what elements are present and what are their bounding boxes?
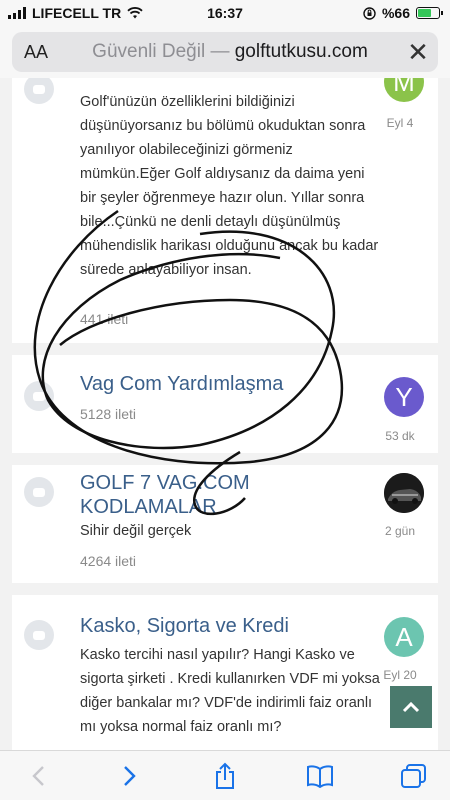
status-right: %66 <box>363 5 443 21</box>
avatar[interactable]: M <box>384 78 424 102</box>
browser-toolbar <box>0 750 450 800</box>
share-icon <box>216 762 234 789</box>
car-image-icon <box>384 473 424 513</box>
forum-item[interactable]: GOLF 7 VAG.COM KODLAMALAR Sihir değil ge… <box>12 465 438 583</box>
battery-icon <box>416 7 443 19</box>
forward-button[interactable] <box>110 761 150 791</box>
security-label: Güvenli Değil <box>92 41 206 62</box>
post-count: 5128 ileti <box>80 406 137 422</box>
orientation-lock-icon <box>363 6 376 20</box>
forum-chat-icon <box>24 477 54 507</box>
last-post-time: 2 gün <box>384 524 416 538</box>
forum-title-link[interactable]: GOLF 7 VAG.COM KODLAMALAR <box>80 471 270 519</box>
forum-description: Kasko tercihi nasıl yapılır? Hangi Kasko… <box>80 647 380 735</box>
close-icon[interactable]: ✕ <box>398 37 438 68</box>
avatar-car-photo[interactable] <box>384 473 424 513</box>
forum-item[interactable]: Golf'ünüzün özelliklerini bildiğinizi dü… <box>12 78 438 343</box>
battery-percent: %66 <box>381 5 410 21</box>
post-count: 4264 ileti <box>80 553 137 569</box>
back-button[interactable] <box>18 761 58 791</box>
forum-chat-icon <box>24 381 54 411</box>
forum-description: Sihir değil gerçek <box>80 523 192 539</box>
forum-chat-icon <box>24 78 54 104</box>
bookmarks-button[interactable] <box>300 761 340 791</box>
forum-item[interactable]: Vag Com Yardımlaşma 5128 ileti Y 53 dk <box>12 355 438 453</box>
post-count: 441 ileti <box>80 311 129 327</box>
back-icon <box>32 766 44 786</box>
tabs-button[interactable] <box>394 761 434 791</box>
forum-list[interactable]: Golf'ünüzün özelliklerini bildiğinizi dü… <box>0 78 450 750</box>
forum-title-link[interactable]: Vag Com Yardımlaşma <box>80 372 283 396</box>
bookmarks-icon <box>307 765 333 788</box>
url-field[interactable]: Güvenli Değil — golftutkusu.com <box>62 41 398 63</box>
domain-label: golftutkusu.com <box>234 41 368 62</box>
text-size-label: AA <box>24 41 49 62</box>
tabs-icon <box>401 764 426 788</box>
forum-chat-icon <box>24 620 54 650</box>
url-separator: — <box>205 41 235 62</box>
browser-header: AA Güvenli Değil — golftutkusu.com ✕ <box>0 26 450 78</box>
forum-title-link[interactable]: Kasko, Sigorta ve Kredi <box>80 614 289 638</box>
chevron-up-icon <box>402 701 420 713</box>
text-size-button[interactable]: AA <box>12 42 62 63</box>
last-post-time: 53 dk <box>385 429 415 443</box>
last-post-time: Eyl 4 <box>386 116 414 130</box>
scroll-to-top-button[interactable] <box>390 686 432 728</box>
share-button[interactable] <box>205 761 245 791</box>
avatar[interactable]: Y <box>384 377 424 417</box>
forward-icon <box>124 766 136 786</box>
last-post-time: Eyl 20 <box>383 668 417 682</box>
avatar[interactable]: A <box>384 617 424 657</box>
battery-fill <box>418 9 431 17</box>
status-bar: LIFECELL TR 16:37 %66 <box>0 0 450 26</box>
forum-item[interactable]: Kasko, Sigorta ve Kredi Kasko tercihi na… <box>12 595 438 750</box>
forum-description: Golf'ünüzün özelliklerini bildiğinizi dü… <box>80 94 379 278</box>
address-bar[interactable]: AA Güvenli Değil — golftutkusu.com ✕ <box>12 32 438 72</box>
